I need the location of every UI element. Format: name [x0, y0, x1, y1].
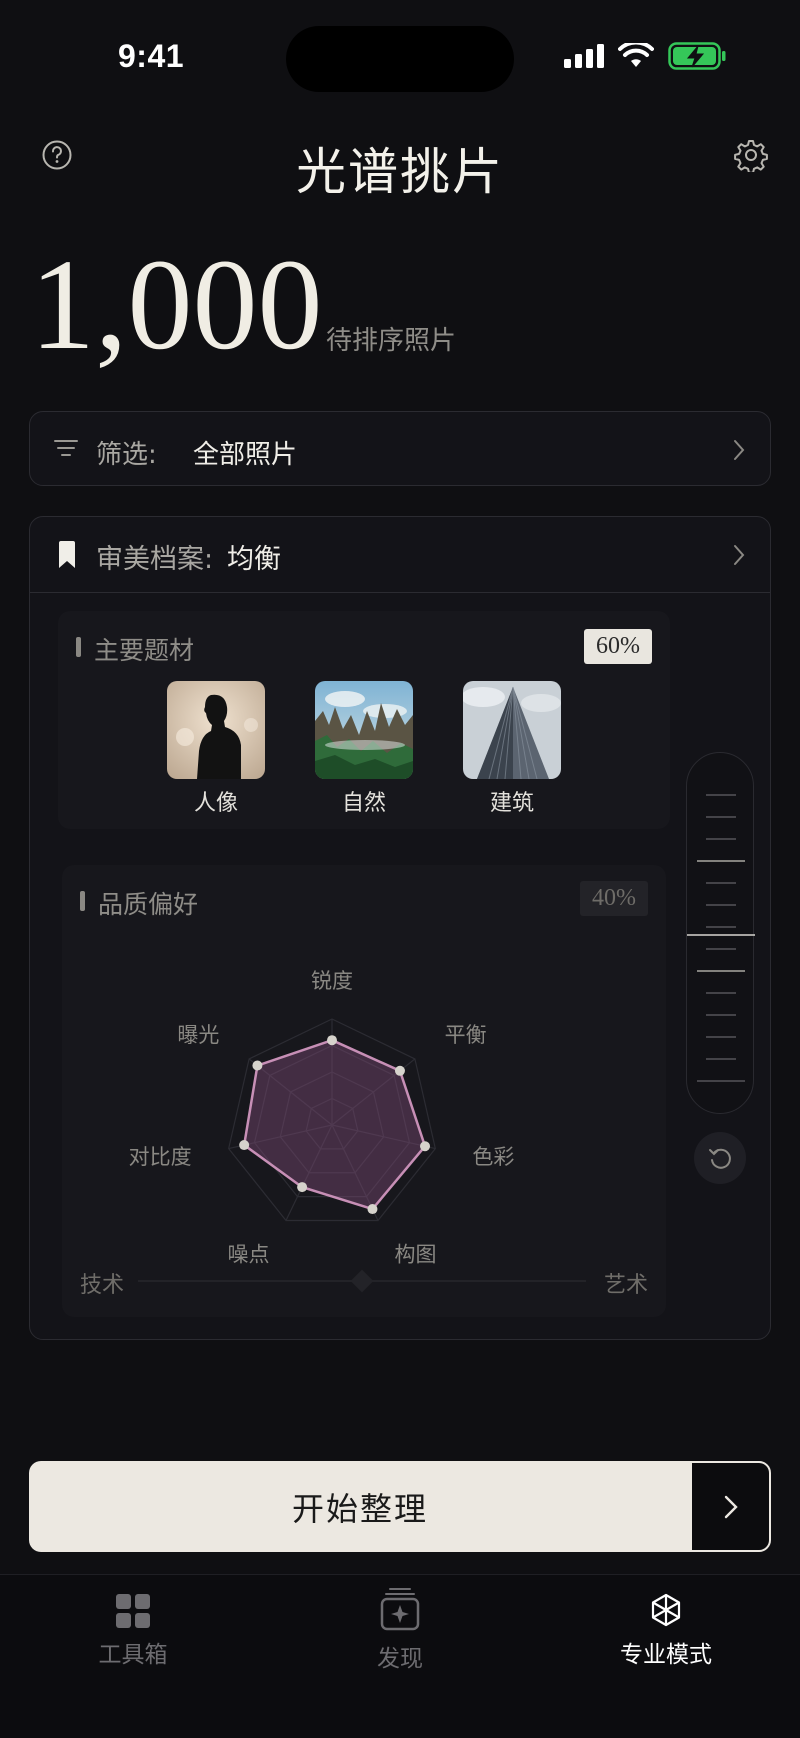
quality-percent-badge: 40% [580, 881, 648, 916]
radar-point [239, 1140, 250, 1151]
radar-axis-label: 色彩 [472, 1145, 514, 1169]
wifi-icon [618, 43, 654, 67]
gear-icon [734, 140, 768, 174]
bookmark-icon [59, 541, 75, 568]
axis-technical-label: 技术 [80, 1273, 125, 1298]
radar-point [252, 1060, 263, 1071]
battery-charging-icon [668, 42, 726, 70]
status-icons [564, 42, 726, 70]
tab-pro-mode-label: 专业模式 [620, 1642, 712, 1668]
radar-point [367, 1204, 378, 1215]
pending-count: 1,000 [30, 233, 323, 377]
start-arrow-button[interactable] [690, 1461, 771, 1552]
radar-series-area [242, 1038, 427, 1211]
section-marker [76, 637, 81, 657]
subject-nature-thumb[interactable] [315, 681, 413, 779]
profile-header[interactable]: 审美档案: 均衡 [30, 517, 770, 593]
quality-title: 品质偏好 [98, 890, 199, 919]
profile-value: 均衡 [227, 544, 281, 575]
architecture-photo-icon [463, 681, 561, 779]
status-time: 9:41 [118, 38, 185, 74]
grid-icon [116, 1594, 150, 1628]
filter-lines-icon [54, 440, 78, 456]
weight-slider-ticks [687, 794, 755, 1082]
radar-point [297, 1182, 308, 1193]
nature-photo-icon [315, 681, 413, 779]
tab-bar: 工具箱 发现 专业模式 [0, 1574, 800, 1738]
aesthetic-profile-card: 审美档案: 均衡 主要题材 60% 人像 自然 建筑 品质偏好 40% 锐度 平… [29, 516, 771, 1340]
section-marker [80, 891, 85, 911]
subject-title: 主要题材 [94, 636, 195, 665]
filter-row[interactable]: 筛选: 全部照片 [29, 411, 771, 486]
tab-discover-label: 发现 [377, 1646, 423, 1672]
quality-radar-chart: 锐度平衡色彩构图 噪点 对比度 曝光 [129, 969, 515, 1267]
radar-axis-label: 噪点 [228, 1243, 270, 1267]
subject-percent-badge: 60% [584, 629, 652, 664]
axis-artistic-label: 艺术 [603, 1273, 648, 1298]
subject-portrait-label: 人像 [193, 791, 238, 816]
reset-icon [709, 1148, 731, 1169]
chevron-right-icon [724, 1495, 738, 1518]
tab-toolbox-label: 工具箱 [98, 1642, 168, 1668]
subject-portrait-thumb[interactable] [167, 681, 265, 779]
aperture-icon [651, 1593, 681, 1627]
settings-button[interactable] [734, 138, 768, 174]
start-organize-button[interactable]: 开始整理 [29, 1461, 691, 1552]
filter-label: 筛选: [96, 440, 157, 470]
subject-architecture-label: 建筑 [489, 791, 534, 816]
radar-axis-label: 曝光 [177, 1023, 219, 1047]
page-title: 光谱挑片 [296, 143, 504, 201]
signal-icon [564, 44, 604, 68]
radar-axis-label: 平衡 [445, 1023, 487, 1047]
radar-axis-label: 构图 [394, 1243, 436, 1267]
radar-axis-label: 对比度 [129, 1145, 192, 1169]
radar-axis-label: 锐度 [311, 969, 353, 993]
dynamic-island [286, 26, 514, 92]
portrait-photo-icon [167, 681, 265, 779]
radar-point [394, 1065, 405, 1076]
weight-slider[interactable] [686, 752, 755, 1114]
quality-panel[interactable]: 品质偏好 40% 锐度平衡色彩构图 噪点 对比度 曝光 技术 艺术 [62, 865, 666, 1317]
pending-count-label: 待排序照片 [326, 326, 457, 356]
radar-point [420, 1141, 431, 1152]
subject-architecture-thumb[interactable] [463, 681, 561, 779]
reset-button[interactable] [694, 1132, 746, 1184]
profile-label: 审美档案: [96, 544, 214, 575]
chevron-right-icon [734, 545, 745, 565]
subject-panel[interactable]: 主要题材 60% 人像 自然 建筑 [58, 611, 670, 829]
sparkle-stack-icon [380, 1588, 420, 1631]
radar-point [327, 1035, 337, 1046]
chevron-right-icon [734, 440, 745, 460]
subject-nature-label: 自然 [341, 791, 386, 816]
filter-value: 全部照片 [193, 440, 298, 470]
